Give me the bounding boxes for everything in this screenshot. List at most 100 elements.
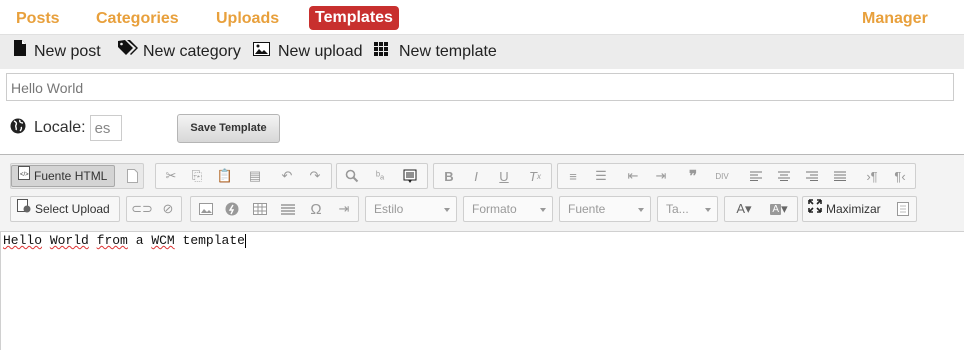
italic-icon[interactable]: I <box>465 166 487 186</box>
toolbar-group-links: ⊂⊃ ⊘ <box>126 196 182 222</box>
editor-toolbar: </> Fuente HTML ✂ ⎘ 📋 ▤ ↶ ↷ ᵇₐ B I U T x… <box>0 155 964 232</box>
upload-icon <box>17 197 31 221</box>
locale-label: Locale: <box>34 119 86 136</box>
find-icon[interactable] <box>341 166 363 186</box>
svg-text:</>: </> <box>20 172 29 178</box>
source-html-label: Fuente HTML <box>34 169 108 183</box>
redo-icon[interactable]: ↷ <box>304 166 326 186</box>
outdent-icon[interactable]: ⇤ <box>622 166 644 186</box>
nav-posts[interactable]: Posts <box>16 7 60 31</box>
horizontal-rule-icon[interactable] <box>277 199 299 219</box>
bold-icon[interactable]: B <box>438 166 460 186</box>
font-dropdown[interactable]: Fuente <box>559 196 651 222</box>
nav-categories[interactable]: Categories <box>96 7 179 31</box>
paste-icon[interactable]: 📋 <box>214 166 236 186</box>
align-center-icon[interactable] <box>773 166 795 186</box>
source-icon: </> <box>18 164 30 188</box>
toolbar-group-find: ᵇₐ <box>336 163 428 189</box>
chevron-down-icon <box>444 208 450 212</box>
new-template-label: New template <box>399 43 497 60</box>
nav-manager[interactable]: Manager <box>862 7 928 31</box>
size-placeholder: Ta... <box>666 202 689 216</box>
editor-content[interactable]: Hello World from a WCM template <box>0 232 962 350</box>
toolbar-group-source: </> Fuente HTML <box>10 163 144 189</box>
title-input[interactable]: Hello World <box>6 73 954 101</box>
select-upload-button[interactable]: Select Upload <box>17 197 110 221</box>
new-category-link[interactable]: New category <box>118 35 241 69</box>
style-placeholder: Estilo <box>374 202 404 216</box>
background-color-icon[interactable]: A ▾ <box>765 199 793 219</box>
content-word: World <box>49 233 89 248</box>
nav-uploads[interactable]: Uploads <box>216 7 279 31</box>
table-icon[interactable] <box>249 199 271 219</box>
toolbar-group-tools: Maximizar <box>802 196 917 222</box>
new-upload-link[interactable]: New upload <box>253 35 363 69</box>
link-icon[interactable]: ⊂⊃ <box>131 199 153 219</box>
toolbar-group-colors: A▾ A ▾ <box>724 196 798 222</box>
bulleted-list-icon[interactable]: ☰ <box>590 166 612 186</box>
show-blocks-icon[interactable] <box>892 199 914 219</box>
ltr-icon[interactable]: ›¶ <box>861 166 883 186</box>
source-html-button[interactable]: </> Fuente HTML <box>11 165 115 187</box>
page-break-icon[interactable]: ⇥ <box>333 199 355 219</box>
tags-icon <box>118 35 138 69</box>
new-post-link[interactable]: New post <box>14 35 101 69</box>
rtl-icon[interactable]: ¶‹ <box>889 166 911 186</box>
new-upload-label: New upload <box>278 43 363 60</box>
image-insert-icon[interactable] <box>195 199 217 219</box>
numbered-list-icon[interactable]: ≡ <box>562 166 584 186</box>
align-left-icon[interactable] <box>745 166 767 186</box>
new-template-link[interactable]: New template <box>374 35 497 69</box>
size-dropdown[interactable]: Ta... <box>657 196 718 222</box>
flash-icon[interactable] <box>221 199 243 219</box>
save-template-button[interactable]: Save Template <box>177 114 280 143</box>
special-char-icon[interactable]: Ω <box>305 199 327 219</box>
cut-icon[interactable]: ✂ <box>160 166 182 186</box>
select-all-icon[interactable] <box>399 166 421 186</box>
remove-format-icon[interactable]: Tx <box>524 166 546 186</box>
toolbar-group-insert: Ω ⇥ <box>190 196 359 222</box>
style-dropdown[interactable]: Estilo <box>365 196 457 222</box>
align-right-icon[interactable] <box>801 166 823 186</box>
locale-row: Locale: es <box>10 112 122 144</box>
copy-icon[interactable]: ⎘ <box>186 166 208 186</box>
text-caret <box>244 233 246 248</box>
underline-icon[interactable]: U <box>493 166 515 186</box>
paste-text-icon[interactable]: ▤ <box>244 166 266 186</box>
maximize-button[interactable]: Maximizar <box>808 197 881 221</box>
new-page-icon[interactable] <box>121 166 143 186</box>
content-word: Hello <box>3 233 43 248</box>
content-word: WCM <box>151 233 175 248</box>
maximize-label: Maximizar <box>826 202 881 216</box>
unlink-icon[interactable]: ⊘ <box>157 199 179 219</box>
file-icon <box>14 35 26 69</box>
globe-icon <box>10 118 26 139</box>
locale-input[interactable]: es <box>89 115 122 141</box>
new-category-label: New category <box>143 43 241 60</box>
font-placeholder: Fuente <box>568 202 606 216</box>
toolbar-group-upload: Select Upload <box>10 196 120 222</box>
replace-icon[interactable]: ᵇₐ <box>369 166 391 186</box>
content-word: from <box>96 233 128 248</box>
new-post-label: New post <box>34 43 101 60</box>
image-icon <box>253 35 270 69</box>
toolbar-group-clipboard: ✂ ⎘ 📋 ▤ ↶ ↷ <box>155 163 332 189</box>
maximize-icon <box>808 197 822 221</box>
toolbar-group-format: B I U Tx <box>433 163 552 189</box>
create-div-icon[interactable]: DIV <box>711 166 733 186</box>
text-color-icon[interactable]: A▾ <box>730 199 758 219</box>
action-bar: New post New category New upload New tem… <box>0 34 964 69</box>
undo-icon[interactable]: ↶ <box>276 166 298 186</box>
content-word: template <box>182 233 245 248</box>
chevron-down-icon <box>638 208 644 212</box>
select-upload-label: Select Upload <box>35 202 110 216</box>
indent-icon[interactable]: ⇥ <box>650 166 672 186</box>
justify-icon[interactable] <box>829 166 851 186</box>
grid-icon <box>374 35 388 69</box>
top-nav: Posts Categories Uploads Templates Manag… <box>0 0 964 34</box>
content-word: a <box>135 233 144 248</box>
blockquote-icon[interactable]: ❞ <box>682 166 704 186</box>
format-dropdown[interactable]: Formato <box>463 196 553 222</box>
toolbar-group-paragraph: ≡ ☰ ⇤ ⇥ ❞ DIV ›¶ ¶‹ <box>557 163 916 189</box>
nav-templates[interactable]: Templates <box>309 6 399 30</box>
